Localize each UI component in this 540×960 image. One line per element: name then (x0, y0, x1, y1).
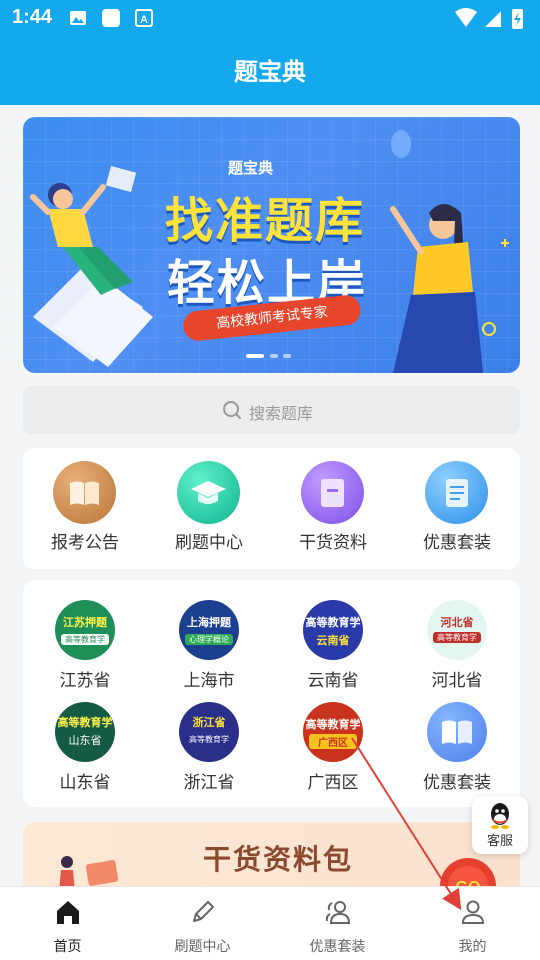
tab-label: 我的 (458, 939, 487, 955)
search-bar[interactable]: 搜索题库 (23, 386, 520, 434)
feature-item-notice[interactable]: 报考公告 (23, 448, 147, 569)
feature-label: 优惠套装 (423, 533, 491, 553)
banner-brand: 题宝典 (228, 159, 274, 177)
feature-item-materials[interactable]: 干货资料 (271, 448, 395, 569)
province-item-hebei[interactable]: 河北省 高等教育学 河北省 (395, 580, 519, 691)
tab-label: 首页 (53, 939, 82, 955)
pager-dot[interactable] (283, 354, 291, 358)
province-cover: 高等教育学 广西区 (303, 702, 363, 762)
page-title: 题宝典 (234, 58, 306, 86)
status-right-icons (455, 8, 523, 29)
province-cover: 上海押题 心理学概论 (179, 600, 239, 660)
banner-headline-1: 找准题库 (165, 193, 366, 249)
province-label: 广西区 (307, 773, 359, 793)
top-bar: 1:44 A 题宝典 (0, 0, 540, 105)
province-item-shandong[interactable]: 高等教育学 山东省 山东省 (23, 682, 147, 793)
province-item-jiangsu[interactable]: 江苏押题 高等教育学 江苏省 (23, 580, 147, 691)
feature-card: 报考公告 刷题中心 干货资料 优惠套装 (23, 448, 520, 569)
province-item-bundle[interactable]: 优惠套装 (395, 682, 519, 793)
qq-icon (491, 803, 509, 829)
scroll-icon (425, 461, 488, 524)
province-label: 山东省 (59, 773, 111, 793)
signal-icon (485, 11, 501, 27)
search-placeholder: 搜索题库 (249, 404, 314, 423)
home-icon (57, 901, 79, 924)
user-icon (461, 900, 485, 924)
province-cover: 江苏押题 高等教育学 (55, 600, 115, 660)
feature-label: 干货资料 (299, 533, 367, 553)
image-icon (70, 11, 86, 25)
customer-service-label: 客服 (486, 834, 513, 849)
bottom-tab-bar: 首页 刷题中心 优惠套装 我的 (0, 886, 540, 960)
tab-bundles[interactable]: 优惠套装 (270, 887, 405, 960)
customer-service-button[interactable]: 客服 (472, 796, 528, 854)
province-item-zhejiang[interactable]: 浙江省 高等教育学 浙江省 (147, 682, 271, 793)
province-cover: 浙江省 高等教育学 (179, 702, 239, 762)
open-book-icon (427, 702, 487, 762)
users-icon (325, 901, 351, 924)
tab-label: 刷题中心 (174, 939, 231, 955)
pager-dot-active[interactable] (246, 354, 264, 358)
svg-text:A: A (140, 14, 148, 26)
promo-banner[interactable]: 题宝典 找准题库 轻松上岸 高校教师考试专家 (23, 117, 520, 373)
promo-title: 干货资料包 (203, 843, 354, 876)
book-icon (53, 461, 116, 524)
province-label: 浙江省 (183, 773, 235, 793)
province-cover: 高等教育学 山东省 (55, 702, 115, 762)
wifi-icon (455, 8, 477, 27)
feature-label: 报考公告 (51, 533, 119, 553)
tab-home[interactable]: 首页 (0, 887, 135, 960)
status-bar: 1:44 A (0, 0, 540, 38)
graduation-cap-icon (177, 461, 240, 524)
tab-label: 优惠套装 (309, 939, 366, 955)
province-item-shanghai[interactable]: 上海押题 心理学概论 上海市 (147, 580, 271, 691)
province-item-guangxi[interactable]: 高等教育学 广西区 广西区 (271, 682, 395, 793)
province-card: 江苏押题 高等教育学 江苏省 上海押题 心理学概论 上海市 高等教育学 云南省 … (23, 580, 520, 807)
province-label: 优惠套装 (423, 773, 491, 793)
feature-item-practice[interactable]: 刷题中心 (147, 448, 271, 569)
province-cover: 河北省 高等教育学 (427, 600, 487, 660)
banner-pager[interactable] (246, 354, 296, 360)
font-icon: A (135, 9, 153, 27)
tab-mine[interactable]: 我的 (405, 887, 540, 960)
feature-label: 刷题中心 (175, 533, 243, 553)
province-item-yunnan[interactable]: 高等教育学 云南省 云南省 (271, 580, 395, 691)
tab-practice[interactable]: 刷题中心 (135, 887, 270, 960)
status-time: 1:44 (12, 6, 53, 28)
document-icon (301, 461, 364, 524)
province-cover: 高等教育学 云南省 (303, 600, 363, 660)
pencil-icon (193, 901, 214, 922)
app-icon (102, 9, 120, 27)
search-icon (223, 401, 241, 419)
pager-dot[interactable] (270, 354, 278, 358)
feature-item-bundle[interactable]: 优惠套装 (395, 448, 519, 569)
